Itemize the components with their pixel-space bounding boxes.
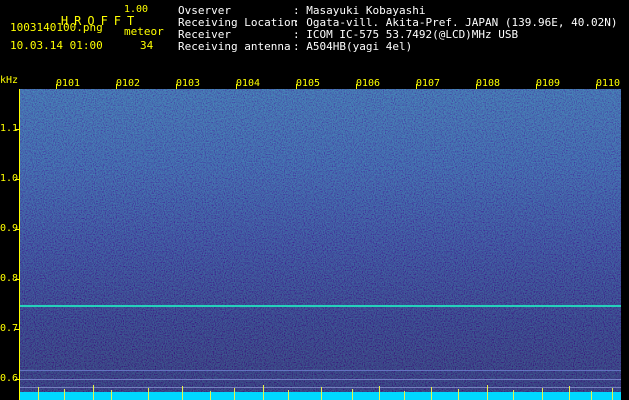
app-version: 1.00 [124, 4, 149, 15]
info-value-antenna: : A504HB(yagi 4el) [293, 40, 413, 53]
x-tick-label: 0108 [476, 78, 501, 89]
x-tick-label: 0105 [296, 78, 321, 89]
x-tick-label: 0101 [56, 78, 81, 89]
meteor-count: 34 [140, 39, 154, 52]
file-datetime: 10.03.14 01:00 [10, 39, 103, 52]
meteor-band [20, 392, 621, 400]
meteor-label: meteor [124, 25, 164, 38]
x-tick-label: 0104 [236, 78, 261, 89]
header-panel: HROFFT 1.00 1003140100.png meteor 10.03.… [0, 0, 629, 78]
file-name: 1003140100.png [10, 21, 103, 34]
x-tick-label: 0103 [176, 78, 201, 89]
time-axis: 0101 0102 0103 0104 0105 0106 0107 0108 … [20, 78, 621, 89]
spectrogram-speckle [20, 89, 621, 400]
spectrogram [20, 89, 621, 400]
x-tick-label: 0107 [416, 78, 441, 89]
spectrogram-canvas [20, 89, 621, 400]
carrier-trace [20, 305, 621, 307]
reference-line [20, 387, 621, 388]
y-axis-unit: kHz [0, 75, 19, 86]
x-tick-label: 0102 [116, 78, 141, 89]
reference-line [20, 379, 621, 380]
x-tick-label: 0110 [596, 78, 621, 89]
frequency-axis: kHz 1.1 1.0 0.9 0.8 0.7 0.6 [0, 75, 20, 400]
x-tick-label: 0106 [356, 78, 381, 89]
info-key-antenna: Receiving antenna [178, 40, 291, 53]
reference-line [20, 370, 621, 371]
x-tick-label: 0109 [536, 78, 561, 89]
